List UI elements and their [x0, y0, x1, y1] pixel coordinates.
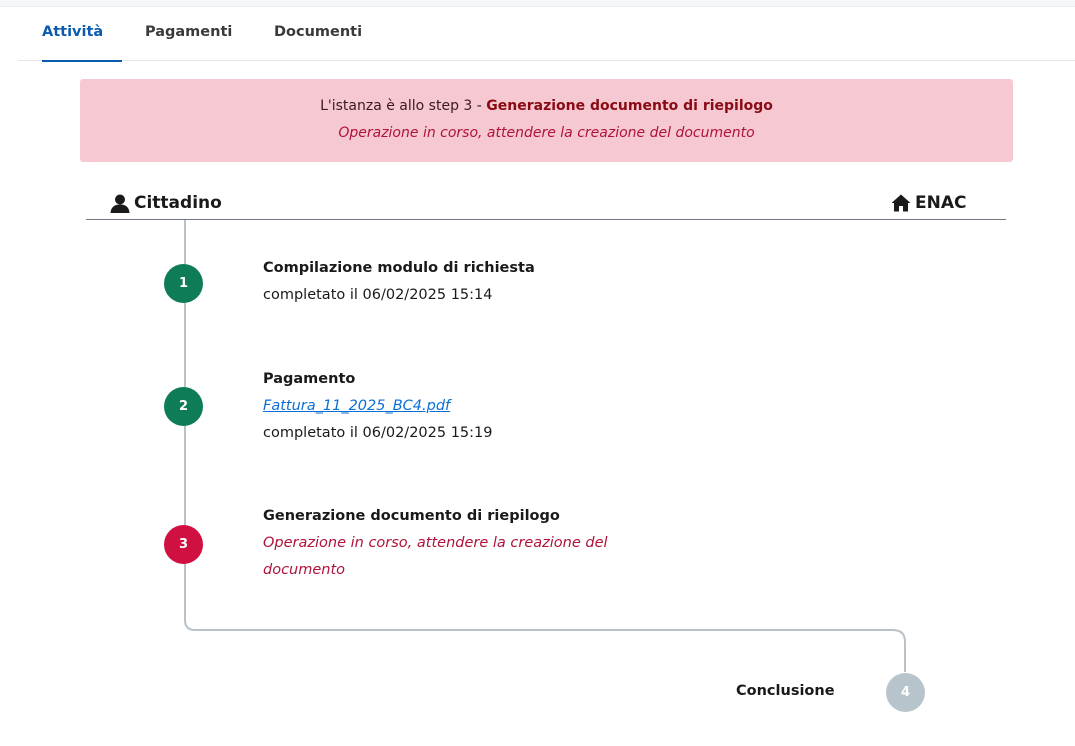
step-3-note: Operazione in corso, attendere la creazi… [263, 535, 608, 578]
step-1-number: 1 [178, 276, 189, 291]
tab-bar: Attività Pagamenti Documenti [18, 14, 1075, 62]
step-1-title: Compilazione modulo di richiesta [263, 260, 535, 276]
step-2-status: completato il 06/02/2025 15:19 [263, 425, 493, 441]
step-4-title: Conclusione [736, 683, 835, 699]
step-2-title: Pagamento [263, 371, 356, 387]
step-3-marker: 3 [164, 525, 203, 564]
step-2-number: 2 [178, 399, 189, 414]
actor-cittadino: Cittadino [110, 193, 222, 213]
actors-divider [86, 219, 1006, 220]
actor-right-label: ENAC [915, 193, 967, 213]
status-alert: L'istanza è allo step 3 - Generazione do… [80, 79, 1013, 162]
step-3-title: Generazione documento di riepilogo [263, 508, 560, 524]
home-icon [891, 194, 911, 212]
invoice-pdf-link[interactable]: Fattura_11_2025_BC4.pdf [263, 398, 450, 414]
user-icon [110, 194, 130, 213]
step-3-number: 3 [178, 537, 189, 552]
step-1-marker: 1 [164, 264, 203, 303]
actor-enac: ENAC [891, 193, 966, 213]
alert-step-name: Generazione documento di riepilogo [486, 98, 773, 114]
actor-left-label: Cittadino [134, 193, 222, 213]
alert-prefix: L'istanza è allo step 3 - [320, 98, 487, 114]
tab-attivita[interactable]: Attività [42, 14, 122, 62]
tab-pagamenti[interactable]: Pagamenti [145, 14, 232, 61]
step-4-number: 4 [900, 685, 911, 700]
alert-message: Operazione in corso, attendere la creazi… [338, 125, 755, 141]
step-2-marker: 2 [164, 387, 203, 426]
tab-documenti[interactable]: Documenti [274, 14, 362, 61]
step-4-marker: 4 [886, 673, 925, 712]
alert-step-line: L'istanza è allo step 3 - Generazione do… [80, 98, 1013, 114]
step-1-status: completato il 06/02/2025 15:14 [263, 287, 493, 303]
